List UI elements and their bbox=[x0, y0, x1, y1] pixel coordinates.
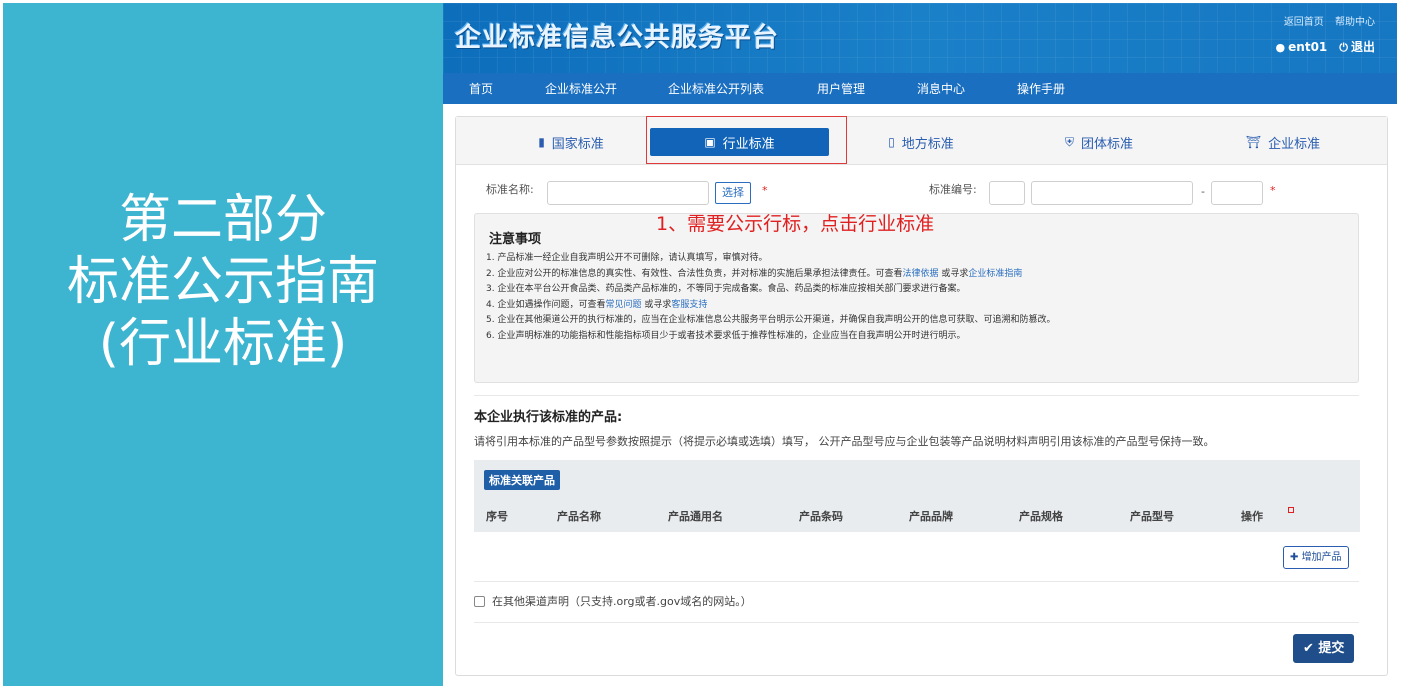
notice-item: 4. 企业如遇操作问题，可查看常见问题 或寻求客服支持 bbox=[486, 299, 708, 310]
products-description: 请将引用本标准的产品型号参数按照提示（将提示必填或选填）填写， 公开产品型号应与… bbox=[474, 435, 1215, 448]
notice-box: 注意事项 1. 产品标准一经企业自我声明公开不可删除，请认真填写，审慎对待。 2… bbox=[474, 213, 1359, 383]
notice-list: 1. 产品标准一经企业自我声明公开不可删除，请认真填写，审慎对待。 2. 企业应… bbox=[486, 251, 1055, 345]
nav-item-standard-publish[interactable]: 企业标准公开 bbox=[545, 80, 668, 97]
standard-number-prefix-input[interactable] bbox=[989, 181, 1025, 205]
site-logo[interactable]: 企业标准信息公共服务平台 bbox=[455, 17, 779, 54]
column-header: 序号 bbox=[486, 510, 508, 523]
standard-number-label: 标准编号: bbox=[929, 183, 977, 196]
products-table-header: 序号 产品名称 产品通用名 产品条码 产品品牌 产品规格 产品型号 操作 bbox=[474, 500, 1360, 531]
slide-title-line3: (行业标准) bbox=[98, 314, 348, 374]
number-dash: - bbox=[1201, 185, 1205, 198]
username: ent01 bbox=[1288, 39, 1328, 54]
check-icon: ✔ bbox=[1303, 641, 1319, 656]
slide-title-line1: 第二部分 bbox=[118, 190, 327, 250]
required-indicator bbox=[1288, 507, 1294, 513]
submit-label: 提交 bbox=[1318, 641, 1345, 656]
standard-number-year-input[interactable] bbox=[1211, 181, 1263, 205]
logout-button[interactable]: ⏻ 退出 bbox=[1339, 38, 1375, 55]
power-icon: ⏻ bbox=[1339, 41, 1348, 54]
slide-side-panel: 第二部分 标准公示指南 (行业标准) bbox=[3, 3, 443, 686]
home-link[interactable]: 返回首页 bbox=[1284, 17, 1324, 28]
support-link[interactable]: 客服支持 bbox=[671, 300, 707, 310]
add-product-label: 增加产品 bbox=[1301, 552, 1342, 563]
shield-icon: ⛨ bbox=[1064, 134, 1074, 149]
standard-form-card: ▮ 国家标准 ▣ 行业标准 ▯ 地方标准 ⛨ 团体标准 ⛩ 企业标准 标准名称: 选择 *… bbox=[455, 116, 1388, 676]
submit-button[interactable]: ✔ 提交 bbox=[1293, 634, 1355, 663]
select-standard-button[interactable]: 选择 bbox=[715, 182, 751, 204]
notice-item: 3. 企业在本平台公开食品类、药品类产品标准的，不等同于完成备案。食品、药品类的… bbox=[486, 284, 966, 295]
other-channel-checkbox[interactable] bbox=[474, 595, 485, 607]
other-channel-row: 在其他渠道声明（只支持.org或者.gov域名的网站。） bbox=[474, 593, 752, 609]
column-header: 产品条码 bbox=[799, 510, 843, 523]
column-header: 产品型号 bbox=[1130, 510, 1174, 523]
notice-item: 1. 产品标准一经企业自我声明公开不可删除，请认真填写，审慎对待。 bbox=[486, 253, 768, 263]
plus-icon: ✚ bbox=[1290, 552, 1302, 563]
standard-name-input[interactable] bbox=[547, 181, 709, 205]
column-header: 产品品牌 bbox=[909, 510, 953, 523]
slide-title-line2: 标准公示指南 bbox=[66, 252, 379, 312]
column-header: 产品名称 bbox=[557, 510, 601, 523]
nav-item-home[interactable]: 首页 bbox=[469, 80, 545, 97]
user-area: ● ent01 ⏻ 退出 bbox=[1276, 38, 1375, 55]
column-header: 操作 bbox=[1241, 510, 1263, 523]
faq-link[interactable]: 常见问题 bbox=[605, 300, 641, 310]
file-icon: ▯ bbox=[888, 135, 895, 149]
user-icon: ● bbox=[1275, 40, 1286, 54]
tab-enterprise-standard[interactable]: ⛩ 企业标准 bbox=[1208, 128, 1358, 156]
tab-national-standard[interactable]: ▮ 国家标准 bbox=[496, 128, 646, 156]
required-mark: * bbox=[1270, 184, 1276, 197]
nav-item-user-management[interactable]: 用户管理 bbox=[817, 80, 917, 97]
standard-guide-link[interactable]: 企业标准指南 bbox=[968, 269, 1022, 279]
column-header: 产品规格 bbox=[1019, 510, 1063, 523]
law-basis-link[interactable]: 法律依据 bbox=[902, 269, 938, 279]
standard-name-label: 标准名称: bbox=[486, 183, 534, 196]
notice-item: 6. 企业声明标准的功能指标和性能指标项目少于或者技术要求低于推荐性标准的，企业… bbox=[486, 330, 966, 341]
products-table: 标准关联产品 序号 产品名称 产品通用名 产品条码 产品品牌 产品规格 产品型号… bbox=[474, 460, 1360, 532]
help-link[interactable]: 帮助中心 bbox=[1335, 17, 1375, 28]
slide-title: 第二部分 标准公示指南 (行业标准) bbox=[3, 189, 443, 375]
column-header: 产品通用名 bbox=[668, 510, 723, 523]
top-links: 返回首页 帮助中心 bbox=[1276, 13, 1375, 28]
notice-item: 5. 企业在其他渠道公开的执行标准的，应当在企业标准信息公共服务平台明示公开渠道… bbox=[486, 315, 1056, 326]
required-mark: * bbox=[762, 184, 768, 197]
user-menu[interactable]: ● ent01 bbox=[1276, 40, 1328, 54]
tab-label: 地方标准 bbox=[901, 136, 954, 152]
tab-local-standard[interactable]: ▯ 地方标准 bbox=[846, 128, 996, 156]
notice-title: 注意事项 bbox=[489, 232, 542, 247]
nav-item-messages[interactable]: 消息中心 bbox=[917, 80, 1017, 97]
main-nav: 首页 企业标准公开 企业标准公开列表 用户管理 消息中心 操作手册 bbox=[443, 73, 1397, 104]
bank-icon: ⛩ bbox=[1245, 135, 1262, 149]
divider bbox=[474, 622, 1359, 623]
tab-label: 企业标准 bbox=[1268, 136, 1321, 152]
standard-type-tabs: ▮ 国家标准 ▣ 行业标准 ▯ 地方标准 ⛨ 团体标准 ⛩ 企业标准 bbox=[456, 116, 1387, 165]
tutorial-annotation: 1、需要公示行标，点击行业标准 bbox=[656, 213, 935, 235]
tab-label: 团体标准 bbox=[1081, 136, 1134, 152]
site-header: 企业标准信息公共服务平台 返回首页 帮助中心 ● ent01 ⏻ 退出 bbox=[443, 3, 1397, 73]
divider bbox=[474, 395, 1359, 396]
standard-number-main-input[interactable] bbox=[1031, 181, 1193, 205]
app-window: 企业标准信息公共服务平台 返回首页 帮助中心 ● ent01 ⏻ 退出 首页 企业标… bbox=[443, 3, 1397, 686]
book-icon: ▮ bbox=[538, 135, 545, 149]
products-table-badge: 标准关联产品 bbox=[484, 470, 560, 490]
notice-item: 2. 企业应对公开的标准信息的真实性、有效性、合法性负责，并对标准的实施后果承担… bbox=[486, 268, 1023, 279]
nav-item-manual[interactable]: 操作手册 bbox=[1017, 80, 1065, 97]
add-product-button[interactable]: ✚ 增加产品 bbox=[1283, 546, 1349, 569]
logout-label: 退出 bbox=[1350, 40, 1375, 54]
products-section-title: 本企业执行该标准的产品: bbox=[474, 410, 623, 425]
nav-item-standard-list[interactable]: 企业标准公开列表 bbox=[668, 80, 817, 97]
other-channel-label: 在其他渠道声明（只支持.org或者.gov域名的网站。） bbox=[492, 595, 752, 608]
annotation-highlight-box bbox=[646, 116, 847, 164]
tab-group-standard[interactable]: ⛨ 团体标准 bbox=[1024, 128, 1174, 156]
divider bbox=[474, 581, 1359, 582]
tab-label: 国家标准 bbox=[551, 136, 604, 152]
